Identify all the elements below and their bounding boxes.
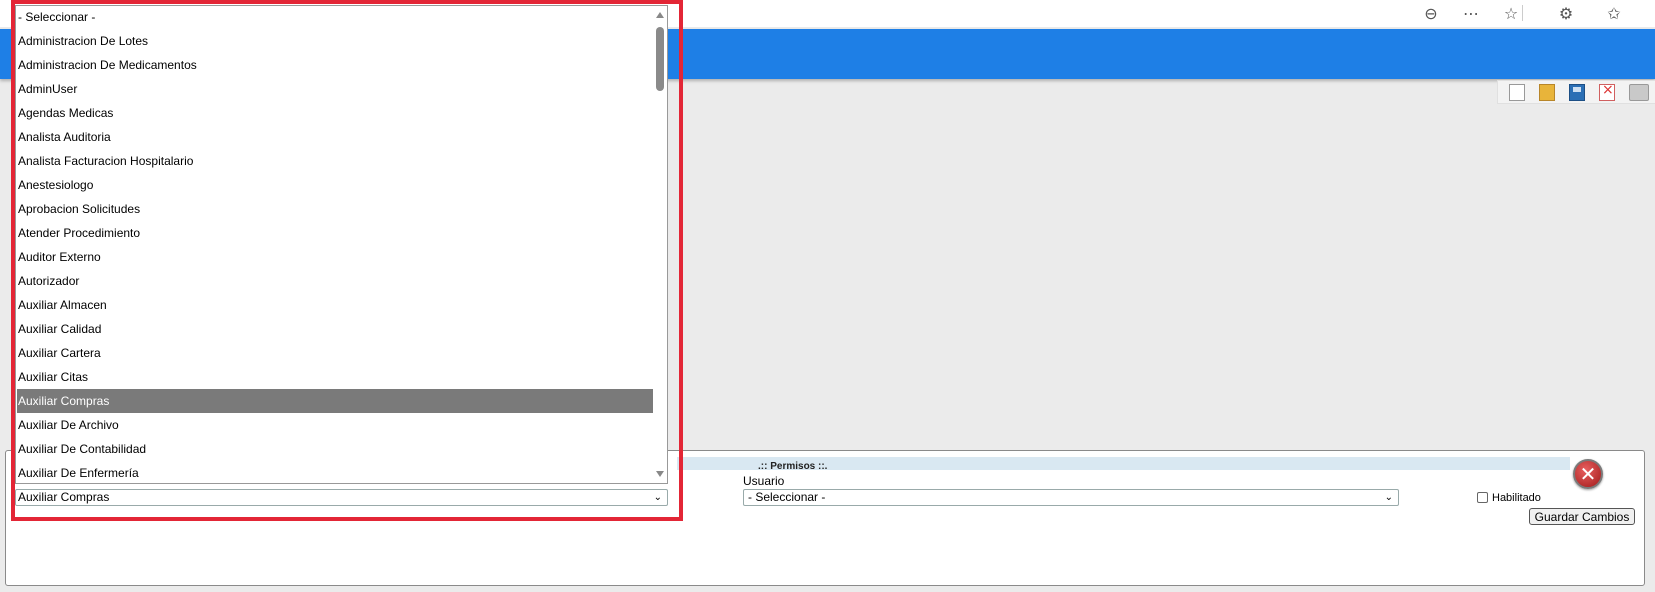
open-folder-icon[interactable] xyxy=(1539,84,1555,101)
scrollbar-thumb[interactable] xyxy=(656,27,664,91)
scroll-up-icon[interactable] xyxy=(656,12,664,18)
dropdown-option[interactable]: Aprobacion Solicitudes xyxy=(17,197,653,221)
close-icon[interactable]: ✕ xyxy=(1573,459,1603,489)
habilitado-checkbox[interactable] xyxy=(1477,492,1488,503)
zoom-out-icon[interactable]: ⊖ xyxy=(1420,2,1442,24)
favorites-list-icon[interactable]: ✩ xyxy=(1603,2,1625,24)
new-document-icon[interactable] xyxy=(1509,84,1525,101)
dropdown-option[interactable]: Administracion De Lotes xyxy=(17,29,653,53)
dropdown-option[interactable]: Atender Procedimiento xyxy=(17,221,653,245)
dropdown-option[interactable]: - Seleccionar - xyxy=(17,6,653,29)
panel-title: .:: Permisos ::. xyxy=(758,461,828,472)
dropdown-option[interactable]: Anestesiologo xyxy=(17,173,653,197)
dropdown-option[interactable]: Auxiliar De Archivo xyxy=(17,413,653,437)
dropdown-option[interactable]: Administracion De Medicamentos xyxy=(17,53,653,77)
dropdown-option[interactable]: Auxiliar Calidad xyxy=(17,317,653,341)
save-icon[interactable] xyxy=(1569,84,1585,101)
dropdown-option[interactable]: Auxiliar Compras xyxy=(17,389,653,413)
perfil-select[interactable]: Auxiliar Compras ⌄ xyxy=(15,489,668,506)
scroll-down-icon[interactable] xyxy=(656,471,664,477)
dropdown-option[interactable]: Analista Facturacion Hospitalario xyxy=(17,149,653,173)
print-icon[interactable] xyxy=(1629,84,1649,101)
action-toolbar xyxy=(1497,80,1655,104)
favorite-star-icon[interactable]: ☆ xyxy=(1500,2,1522,24)
perfil-dropdown-list[interactable]: - Seleccionar - Administracion De Lotes Ad… xyxy=(15,5,668,484)
dropdown-option[interactable]: Auxiliar Almacen xyxy=(17,293,653,317)
dropdown-option[interactable]: Auxiliar De Contabilidad xyxy=(17,437,653,461)
more-icon[interactable]: ⋯ xyxy=(1460,2,1482,24)
dropdown-option[interactable]: Agendas Medicas xyxy=(17,101,653,125)
dropdown-option[interactable]: Auxiliar Citas xyxy=(17,365,653,389)
usuario-select-value: - Seleccionar - xyxy=(748,490,826,504)
extensions-icon[interactable]: ⚙ xyxy=(1555,2,1577,24)
dropdown-option[interactable]: Auditor Externo xyxy=(17,245,653,269)
save-changes-button[interactable]: Guardar Cambios xyxy=(1529,508,1635,525)
dropdown-option[interactable]: AdminUser xyxy=(17,77,653,101)
dropdown-option[interactable]: Autorizador xyxy=(17,269,653,293)
usuario-label: Usuario xyxy=(743,474,785,488)
usuario-select[interactable]: - Seleccionar - ⌄ xyxy=(743,489,1399,506)
toolbar-separator xyxy=(1522,5,1523,21)
dropdown-scrollbar[interactable] xyxy=(653,6,667,483)
chevron-down-icon: ⌄ xyxy=(1384,492,1393,503)
chevron-down-icon: ⌄ xyxy=(653,492,662,503)
dropdown-option[interactable]: Auxiliar Cartera xyxy=(17,341,653,365)
dropdown-option[interactable]: Analista Auditoria xyxy=(17,125,653,149)
perfil-select-value: Auxiliar Compras xyxy=(18,490,110,504)
delete-icon[interactable] xyxy=(1599,82,1615,101)
habilitado-label: Habilitado xyxy=(1492,492,1541,504)
dropdown-option[interactable]: Auxiliar De Enfermería xyxy=(17,461,653,483)
